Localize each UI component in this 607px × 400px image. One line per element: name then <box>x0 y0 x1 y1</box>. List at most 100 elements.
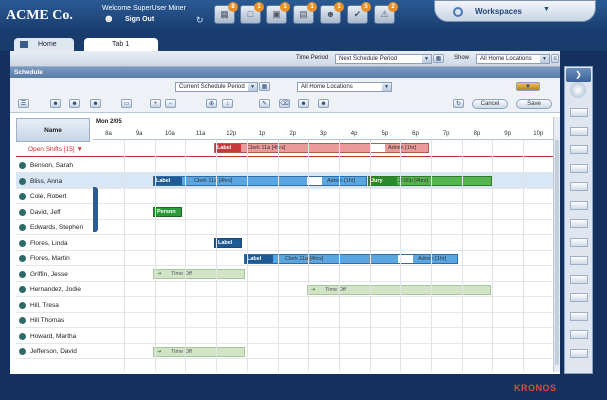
employee-name[interactable]: Griffin, Jesse <box>16 267 90 282</box>
tab-1[interactable]: Tab 1 <box>84 38 158 52</box>
employee-name[interactable]: Hill Thomas <box>16 313 90 328</box>
time-off-block[interactable]: ➜ Time Off <box>153 269 245 279</box>
employee-name[interactable]: Bliss, Anna <box>16 174 90 189</box>
time-off-block[interactable]: ➜ Time Off <box>153 347 245 357</box>
person-icon <box>19 162 26 169</box>
hour-label: 2p <box>289 131 297 137</box>
eraser-icon[interactable]: ⌫ <box>279 99 290 108</box>
exceptions-widget-icon[interactable]: ⚠ 2 <box>374 2 398 24</box>
calendar-widget-icon[interactable]: ▤ 1 <box>293 2 317 24</box>
name-column-header[interactable]: Name <box>16 118 90 142</box>
person-icon <box>19 270 26 278</box>
employee-name[interactable]: Jefferson, David <box>16 344 90 359</box>
person-icon <box>19 348 26 355</box>
panel-resize-handle[interactable] <box>93 187 98 232</box>
panel-widget-slot[interactable] <box>570 330 588 339</box>
table-row[interactable] <box>16 267 553 282</box>
employee-name-text: Flores, Linda <box>30 239 68 247</box>
zoom-out-icon[interactable]: − <box>165 99 176 108</box>
location-select[interactable]: All Home Locations ▼ <box>297 82 392 92</box>
flag-icon[interactable]: ▭ <box>121 99 132 108</box>
sort-icon[interactable]: ☻ <box>50 99 61 108</box>
person-shift-block[interactable]: Person <box>153 207 182 217</box>
columns-icon[interactable]: ☰ <box>18 99 29 108</box>
employee-name[interactable]: Hernandez, Jodie <box>16 282 90 297</box>
calendar-icon[interactable]: ▦ <box>259 82 270 91</box>
refresh-icon[interactable]: ↻ <box>196 15 204 26</box>
table-row[interactable] <box>16 313 553 328</box>
person-icon <box>19 317 26 324</box>
show-select[interactable]: All Home Locations ▼ <box>476 54 550 64</box>
panel-widget-slot[interactable] <box>570 293 588 302</box>
people-widget-icon[interactable]: ☻ 1 <box>320 2 344 24</box>
label-shift-block[interactable]: Label <box>214 238 242 248</box>
panel-widget-slot[interactable] <box>570 237 588 247</box>
panel-widget-slot[interactable] <box>570 126 588 136</box>
jury-shift-block[interactable]: Jury 2:00p [4hrs] <box>368 176 492 186</box>
person-icon <box>19 255 26 262</box>
tab-home[interactable]: Home <box>14 38 74 52</box>
open-shifts-row[interactable]: Open Shifts [15] ▼ <box>16 142 90 157</box>
panel-widget-slot[interactable] <box>570 256 588 265</box>
hour-gridline <box>277 140 279 372</box>
employee-name[interactable]: Benson, Sarah <box>16 158 90 173</box>
schedule-widget-icon[interactable]: ▦ 8 <box>214 2 238 24</box>
expand-panel-icon[interactable]: ❯ <box>566 68 591 82</box>
hour-label: 1p <box>258 131 266 137</box>
employee-name[interactable]: Howard, Martha <box>16 329 90 344</box>
employee-name[interactable]: Hill, Tresa <box>16 298 90 313</box>
shift-block-flores-martin[interactable]: Label Clerk 11a [4hrs] Admin [1hr] <box>244 254 458 264</box>
workspaces-button[interactable]: Workspaces ▼ <box>434 0 596 22</box>
table-row[interactable] <box>16 344 553 359</box>
panel-widget-slot[interactable] <box>570 219 588 228</box>
table-row[interactable] <box>16 158 553 173</box>
person-icon <box>19 301 26 309</box>
zoom-in-icon[interactable]: + <box>150 99 161 108</box>
vertical-zoom-icon[interactable]: ↕ <box>222 99 233 108</box>
panel-widget-slot[interactable] <box>570 182 588 191</box>
employee-name[interactable]: Edwards, Stephen <box>16 220 90 235</box>
table-row[interactable] <box>16 236 553 251</box>
expand-icon[interactable]: ⊕ <box>206 99 217 108</box>
location-picker-icon[interactable]: ≡ <box>551 54 559 63</box>
home-icon <box>20 41 28 48</box>
panel-widget-slot[interactable] <box>570 145 588 154</box>
panel-widget-slot[interactable] <box>570 274 588 284</box>
notification-badge: 1 <box>280 2 290 12</box>
table-row[interactable] <box>16 298 553 313</box>
cancel-button[interactable]: Cancel <box>472 99 508 109</box>
hour-label: 4p <box>350 131 358 137</box>
panel-widget-slot[interactable] <box>570 200 588 210</box>
time-off-block[interactable]: ➜ Time Off <box>307 285 491 295</box>
employee-name[interactable]: Cole, Robert <box>16 189 90 204</box>
approvals-widget-icon[interactable]: ✔ 5 <box>347 2 371 24</box>
period-select[interactable]: Current Schedule Period ▼ <box>175 82 258 92</box>
sign-out-link[interactable]: Sign Out <box>125 16 154 23</box>
panel-widget-slot[interactable] <box>570 108 588 117</box>
team-icon[interactable]: ☻ <box>298 99 309 108</box>
people-icon[interactable]: ☻ <box>318 99 329 108</box>
calendar-icon[interactable]: ▦ <box>433 54 444 63</box>
panel-widget-slot[interactable] <box>570 311 588 321</box>
panel-widget-slot[interactable] <box>570 348 588 358</box>
timecard-widget-icon[interactable]: □ 1 <box>240 2 264 24</box>
group-icon[interactable]: ☻ <box>69 99 80 108</box>
globe-icon[interactable] <box>570 82 586 98</box>
employee-name[interactable]: David, Jeff <box>16 205 90 220</box>
employee-name[interactable]: Flores, Linda <box>16 236 90 251</box>
pencil-icon[interactable]: ✎ <box>259 99 270 108</box>
shift-job-text: Clerk 11a [4hrs] <box>194 178 233 184</box>
hour-gridline <box>492 140 494 372</box>
save-button[interactable]: Save <box>516 99 552 109</box>
refresh-icon[interactable]: ↻ <box>453 99 464 108</box>
hour-gridline <box>185 140 187 372</box>
add-employee-icon[interactable]: ☻ <box>90 99 101 108</box>
print-icon[interactable]: ▼ <box>516 82 540 91</box>
requests-widget-icon[interactable]: ▣ 1 <box>266 2 290 24</box>
table-row[interactable] <box>16 329 553 344</box>
panel-widget-slot[interactable] <box>570 163 588 173</box>
hour-gridline <box>431 140 432 372</box>
employee-name[interactable]: Flores, Martin <box>16 251 90 266</box>
person-icon <box>19 224 26 231</box>
time-period-select[interactable]: Next Schedule Period ▼ <box>335 54 432 64</box>
